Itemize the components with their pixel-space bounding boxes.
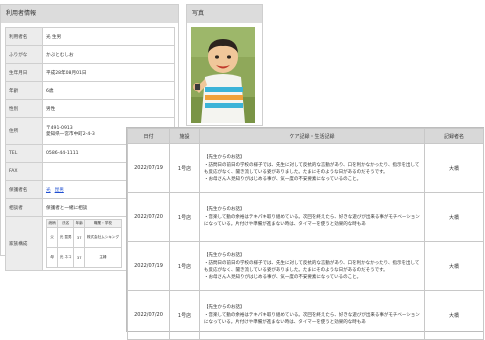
guardian-link[interactable]: 光昆男	[46, 188, 64, 193]
row-furigana: ふりがな かぶとむしお	[5, 45, 175, 64]
family-cell: 37	[73, 227, 86, 248]
care-note-line: ・お母さん人見知りがはじめる事が、気一度の不安要素になっているのこと。	[204, 274, 362, 280]
label-age: 年齢	[5, 81, 43, 100]
family-table: 続柄 氏名 年齢 職業・学校 父 光 昆男 37 株式会社ムシキング 母 光 ネ…	[45, 219, 122, 268]
family-cell: 母	[45, 247, 59, 268]
care-date: 2022/07/20	[127, 290, 170, 340]
row-age: 年齢 6歳	[5, 81, 175, 100]
care-facility: 1号店	[169, 290, 200, 340]
care-row[interactable]: 2022/07/20 1号店 【先生からのお話】 ・音楽して動の余裕はテキパキ取…	[127, 192, 484, 242]
family-col-relation: 続柄	[45, 219, 59, 228]
family-row: 父 光 昆男 37 株式会社ムシキング	[45, 227, 122, 248]
col-record: ケア記録・生活記録	[199, 128, 425, 144]
value-furigana: かぶとむしお	[42, 45, 175, 64]
care-records-table: 日付 施設 ケア記録・生活記録 記録者名 2022/07/19 1号店 【先生か…	[127, 128, 484, 340]
care-row[interactable]: 2022/07/19 1号店 【先生からのお話】 ・訪問日の前日の学校の様子では…	[127, 241, 484, 291]
family-cell: 光 昆男	[57, 227, 75, 248]
family-col-name: 氏名	[57, 219, 75, 228]
care-recorder: 大橋	[424, 290, 484, 340]
family-col-age: 年齢	[73, 219, 86, 228]
care-date: 2022/07/20	[127, 192, 170, 242]
label-furigana: ふりがな	[5, 45, 43, 64]
family-col-job: 職業・学校	[84, 219, 122, 228]
family-cell: 主婦	[84, 247, 122, 268]
family-header-row: 続柄 氏名 年齢 職業・学校	[45, 219, 122, 228]
care-note: 【先生からのお話】 ・音楽して動の余裕はテキパキ取り組めている。次回を終えたら、…	[199, 192, 425, 242]
care-facility: 1号店	[169, 241, 200, 291]
label-family: 家族構成	[5, 216, 43, 271]
label-guardian: 保護者名	[5, 180, 43, 199]
care-recorder: 大橋	[424, 241, 484, 291]
family-cell: 父	[45, 227, 59, 248]
care-recorder: 大橋	[424, 192, 484, 242]
child-photo-image	[191, 27, 255, 123]
col-facility: 施設	[169, 128, 200, 144]
label-gender: 性別	[5, 99, 43, 118]
row-birthdate: 生年月日 平成28年08月01日	[5, 63, 175, 82]
family-cell: 株式会社ムシキング	[84, 227, 122, 248]
care-facility: 1号店	[169, 143, 200, 193]
care-note: 【先生からのお話】 ・訪問日の前日の学校の様子では、先生に対して反抗的な言動があ…	[199, 241, 425, 291]
guardian-given-name: 昆男	[54, 187, 64, 193]
care-note-line: ・訪問日の前日の学校の様子では、先生に対して反抗的な言動があり、口を利かなかった…	[204, 162, 420, 175]
label-tel: TEL	[5, 144, 43, 163]
label-consultant: 相談者	[5, 198, 43, 217]
family-row: 母 光 ネコ 37 主婦	[45, 247, 122, 268]
photo-title: 写真	[187, 5, 262, 23]
care-row[interactable]: 2022/07/19 1号店 【先生からのお話】 ・訪問日の前日の学校の様子では…	[127, 143, 484, 193]
care-note-heading: 【先生からのお話】	[204, 252, 245, 258]
child-photo	[191, 27, 255, 123]
col-recorder: 記録者名	[424, 128, 484, 144]
care-row[interactable]: 2022/07/20 1号店 【先生からのお話】 ・音楽して動の余裕はテキパキ取…	[127, 290, 484, 340]
care-note: 【先生からのお話】 ・訪問日の前日の学校の様子では、先生に対して反抗的な言動があ…	[199, 143, 425, 193]
care-note-line: ・お母さん人見知りがはじめる事が、気一度の不安要素になっているのこと。	[204, 176, 362, 182]
family-cell: 37	[73, 247, 86, 268]
care-recorder: 大橋	[424, 143, 484, 193]
care-note-heading: 【先生からのお話】	[204, 154, 245, 160]
label-birthdate: 生年月日	[5, 63, 43, 82]
col-date: 日付	[127, 128, 170, 144]
user-info-title: 利用者情報	[1, 5, 178, 23]
care-note-line: ・訪問日の前日の学校の様子では、先生に対して反抗的な言動があり、口を利かなかった…	[204, 260, 420, 273]
care-header-row: 日付 施設 ケア記録・生活記録 記録者名	[127, 128, 484, 144]
care-note-heading: 【先生からのお話】	[204, 305, 245, 310]
photo-panel: 写真	[186, 4, 263, 126]
care-facility: 1号店	[169, 192, 200, 242]
row-name: 利用者名 光 生男	[5, 27, 175, 46]
label-address: 住所	[5, 117, 43, 145]
value-name: 光 生男	[42, 27, 175, 46]
care-note: 【先生からのお話】 ・音楽して動の余裕はテキパキ取り組めている。次回を終えたら、…	[199, 290, 425, 340]
care-records-panel: 日付 施設 ケア記録・生活記録 記録者名 2022/07/19 1号店 【先生か…	[126, 127, 484, 340]
value-gender: 男性	[42, 99, 175, 118]
care-note-line: ・音楽して動の余裕はテキパキ取り組めている。次回を終えたら、好きな遊びが出来る事…	[204, 313, 420, 325]
row-gender: 性別 男性	[5, 99, 175, 118]
family-cell: 光 ネコ	[57, 247, 75, 268]
value-birthdate: 平成28年08月01日	[42, 63, 175, 82]
care-date: 2022/07/19	[127, 241, 170, 291]
care-note-heading: 【先生からのお話】	[204, 207, 245, 212]
value-age: 6歳	[42, 81, 175, 100]
label-name: 利用者名	[5, 27, 43, 46]
label-fax: FAX	[5, 162, 43, 181]
care-date: 2022/07/19	[127, 143, 170, 193]
care-note-line: ・音楽して動の余裕はテキパキ取り組めている。次回を終えたら、好きな遊びが出来る事…	[204, 215, 420, 227]
guardian-surname: 光	[46, 187, 51, 193]
